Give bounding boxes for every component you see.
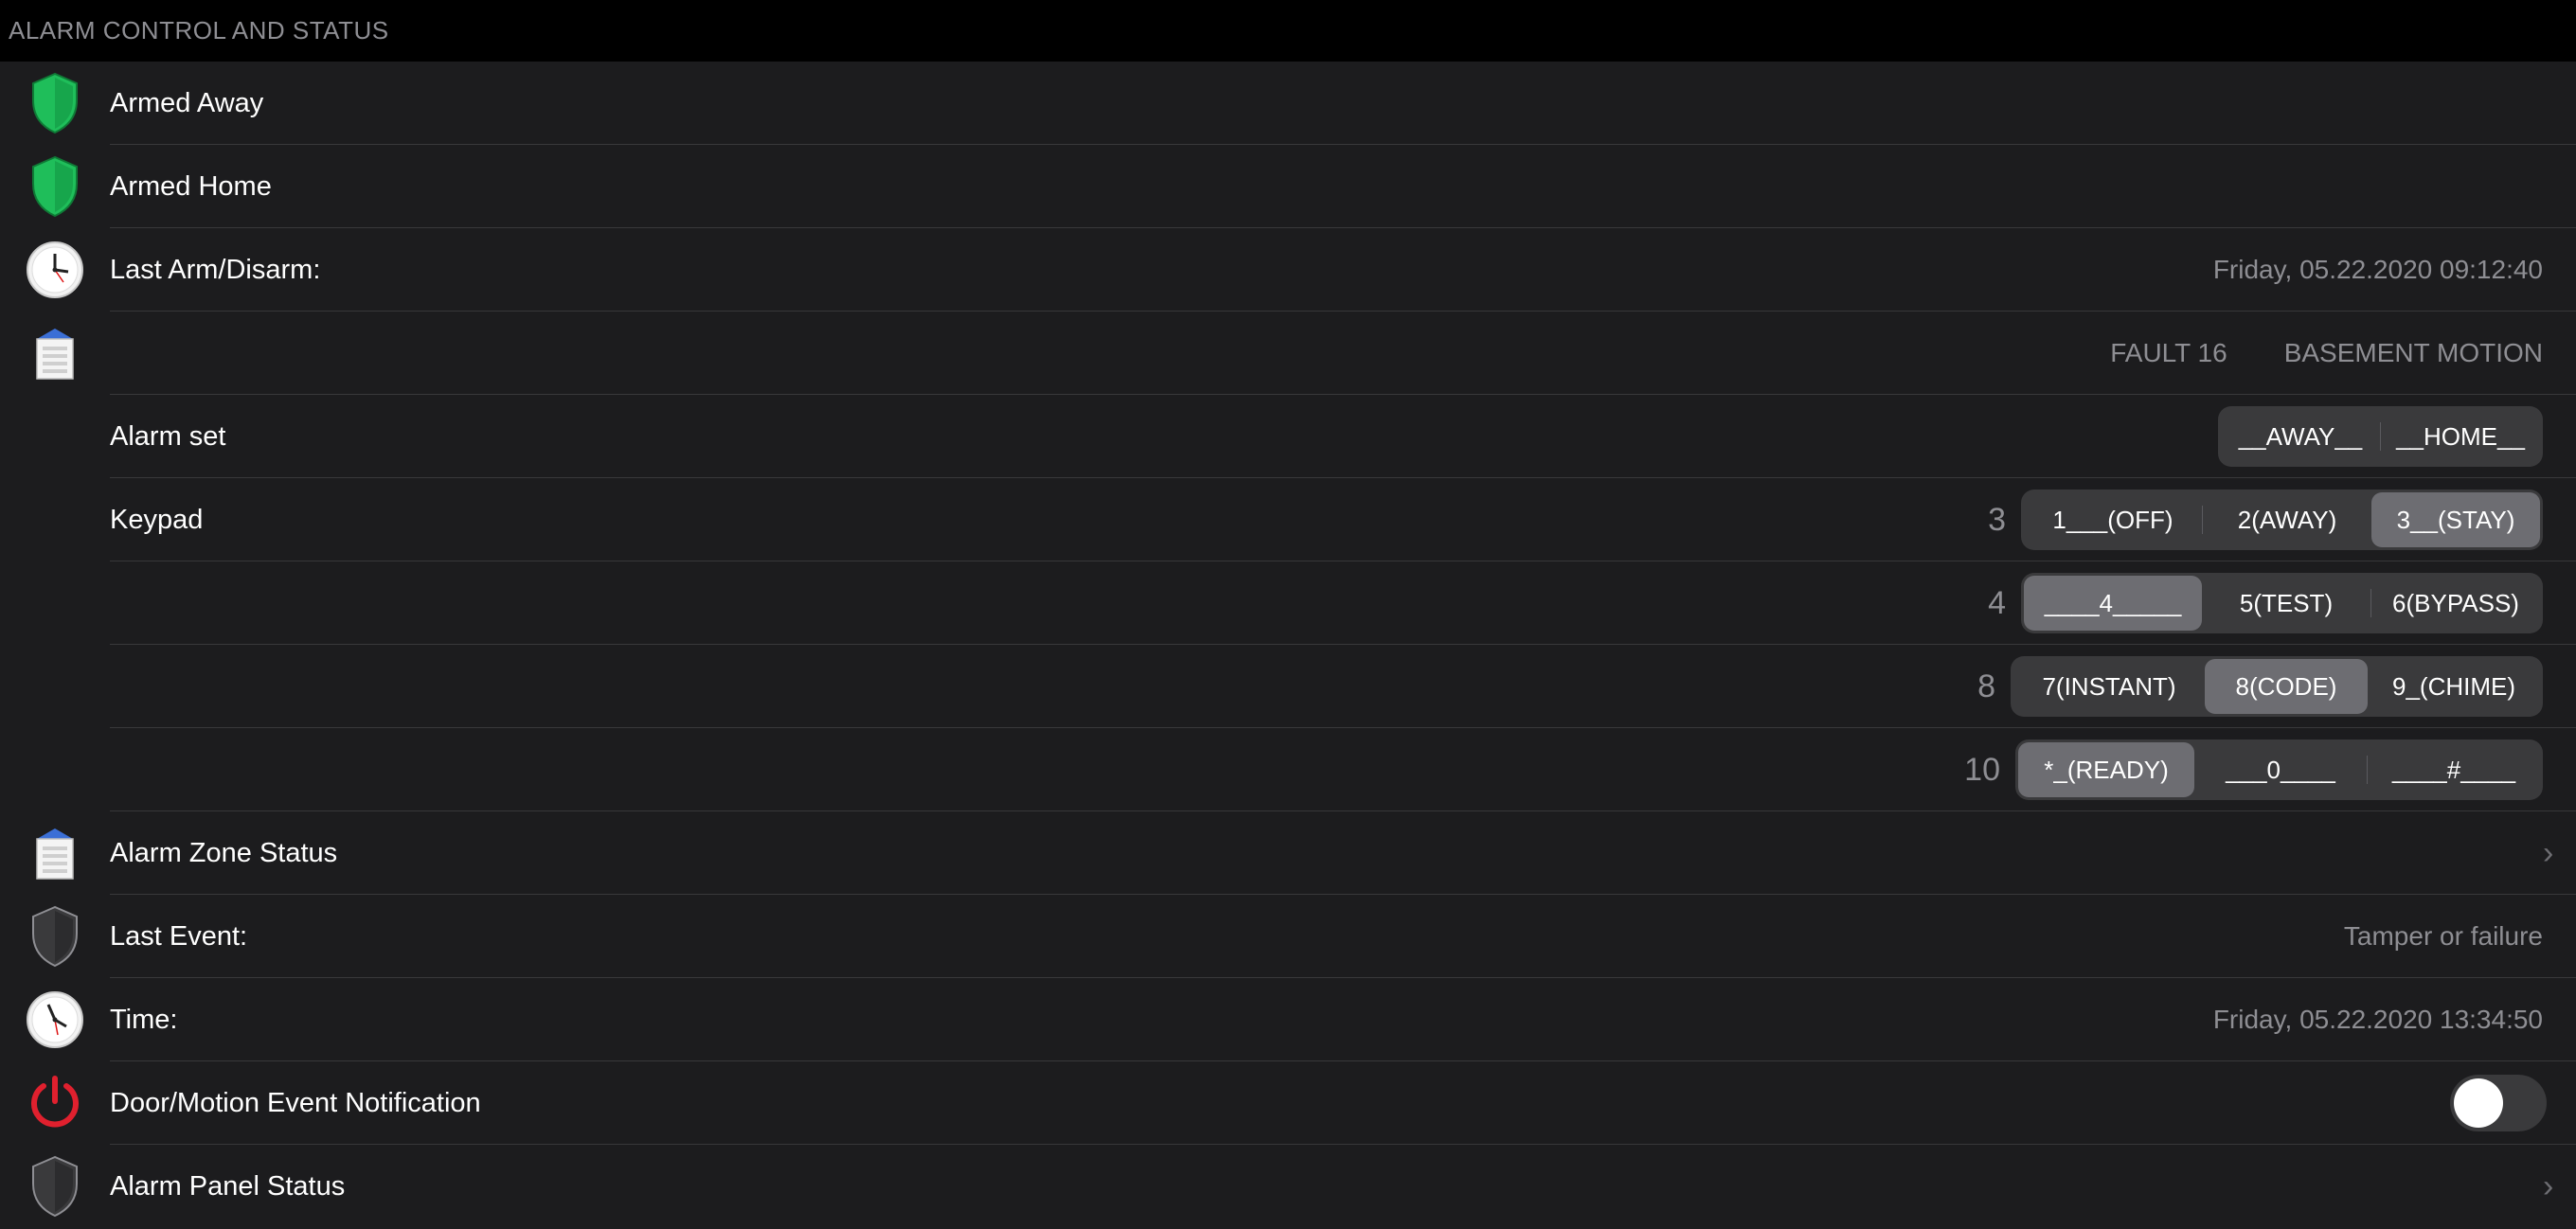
clock-icon bbox=[0, 228, 110, 312]
keypad-key-7-instant[interactable]: 7(INSTANT) bbox=[2013, 659, 2205, 714]
alarm-list: Armed Away Armed Home Last Arm/Disarm: F… bbox=[0, 62, 2576, 1228]
keypad-row-1-value: 3 bbox=[1988, 501, 2006, 538]
keypad-row-2: 4 ____4_____ 5(TEST) 6(BYPASS) bbox=[0, 561, 2576, 645]
shield-green-icon bbox=[0, 145, 110, 228]
keypad-key-star-ready[interactable]: *_(READY) bbox=[2018, 742, 2194, 797]
clock-icon bbox=[0, 978, 110, 1061]
alarm-set-away-button[interactable]: __AWAY__ bbox=[2221, 409, 2380, 464]
fault-zone-value: BASEMENT MOTION bbox=[2283, 338, 2543, 367]
time-row: Time: Friday, 05.22.2020 13:34:50 bbox=[0, 978, 2576, 1061]
last-event-label: Last Event: bbox=[110, 920, 248, 952]
keypad-key-hash[interactable]: ____#____ bbox=[2368, 742, 2540, 797]
alarm-set-home-button[interactable]: __HOME__ bbox=[2381, 409, 2540, 464]
time-label: Time: bbox=[110, 1004, 178, 1035]
chevron-right-icon: › bbox=[2543, 834, 2554, 871]
keypad-row-4-value: 10 bbox=[1964, 751, 2000, 788]
alarm-set-row: Alarm set __AWAY__ __HOME__ bbox=[0, 395, 2576, 478]
fault-row: FAULT 16 BASEMENT MOTION bbox=[0, 312, 2576, 395]
keypad-row-2-segmented-control: ____4_____ 5(TEST) 6(BYPASS) bbox=[2021, 573, 2543, 633]
notification-toggle[interactable] bbox=[2450, 1075, 2547, 1131]
keypad-key-2-away[interactable]: 2(AWAY) bbox=[2203, 492, 2371, 547]
fault-code-value: FAULT 16 bbox=[2110, 338, 2227, 367]
alarm-panel-icon bbox=[0, 811, 110, 895]
armed-away-label: Armed Away bbox=[110, 87, 264, 118]
keypad-row-4-segmented-control: *_(READY) ___0____ ____#____ bbox=[2015, 739, 2543, 800]
keypad-row-1-segmented-control: 1___(OFF) 2(AWAY) 3__(STAY) bbox=[2021, 490, 2543, 550]
keypad-key-5-test[interactable]: 5(TEST) bbox=[2202, 576, 2370, 631]
last-event-row: Last Event: Tamper or failure bbox=[0, 895, 2576, 978]
keypad-row-1: Keypad 3 1___(OFF) 2(AWAY) 3__(STAY) bbox=[0, 478, 2576, 561]
keypad-row-3-segmented-control: 7(INSTANT) 8(CODE) 9_(CHIME) bbox=[2011, 656, 2543, 717]
armed-home-row[interactable]: Armed Home bbox=[0, 145, 2576, 228]
power-icon bbox=[0, 1061, 110, 1145]
shield-gray-icon bbox=[0, 1145, 110, 1228]
keypad-row-3: 8 7(INSTANT) 8(CODE) 9_(CHIME) bbox=[0, 645, 2576, 728]
notification-row: Door/Motion Event Notification bbox=[0, 1061, 2576, 1145]
notification-label: Door/Motion Event Notification bbox=[110, 1087, 481, 1118]
section-header: ALARM CONTROL AND STATUS bbox=[0, 0, 2576, 62]
toggle-knob bbox=[2454, 1078, 2503, 1128]
section-title: ALARM CONTROL AND STATUS bbox=[9, 16, 389, 45]
keypad-key-4[interactable]: ____4_____ bbox=[2024, 576, 2202, 631]
time-value: Friday, 05.22.2020 13:34:50 bbox=[2212, 1005, 2543, 1034]
keypad-key-1-off[interactable]: 1___(OFF) bbox=[2024, 492, 2202, 547]
last-arm-label: Last Arm/Disarm: bbox=[110, 254, 321, 285]
keypad-row-4: 10 *_(READY) ___0____ ____#____ bbox=[0, 728, 2576, 811]
armed-away-row[interactable]: Armed Away bbox=[0, 62, 2576, 145]
alarm-zone-status-row[interactable]: Alarm Zone Status › bbox=[0, 811, 2576, 895]
shield-gray-icon bbox=[0, 895, 110, 978]
last-arm-value: Friday, 05.22.2020 09:12:40 bbox=[2212, 255, 2543, 284]
shield-green-icon bbox=[0, 62, 110, 145]
alarm-panel-icon bbox=[0, 312, 110, 395]
last-arm-row: Last Arm/Disarm: Friday, 05.22.2020 09:1… bbox=[0, 228, 2576, 312]
armed-home-label: Armed Home bbox=[110, 170, 272, 202]
keypad-row-3-value: 8 bbox=[1977, 668, 1995, 704]
alarm-zone-status-label: Alarm Zone Status bbox=[110, 837, 338, 868]
keypad-key-8-code[interactable]: 8(CODE) bbox=[2205, 659, 2368, 714]
alarm-set-label: Alarm set bbox=[110, 420, 226, 452]
alarm-panel-status-row[interactable]: Alarm Panel Status › bbox=[0, 1145, 2576, 1228]
keypad-key-3-stay[interactable]: 3__(STAY) bbox=[2371, 492, 2540, 547]
chevron-right-icon: › bbox=[2543, 1167, 2554, 1204]
keypad-key-0[interactable]: ___0____ bbox=[2194, 742, 2367, 797]
keypad-row-2-value: 4 bbox=[1988, 584, 2006, 621]
keypad-key-6-bypass[interactable]: 6(BYPASS) bbox=[2371, 576, 2540, 631]
alarm-set-segmented-control: __AWAY__ __HOME__ bbox=[2218, 406, 2543, 467]
last-event-value: Tamper or failure bbox=[2343, 921, 2543, 951]
alarm-panel-status-label: Alarm Panel Status bbox=[110, 1170, 346, 1202]
keypad-key-9-chime[interactable]: 9_(CHIME) bbox=[2368, 659, 2540, 714]
